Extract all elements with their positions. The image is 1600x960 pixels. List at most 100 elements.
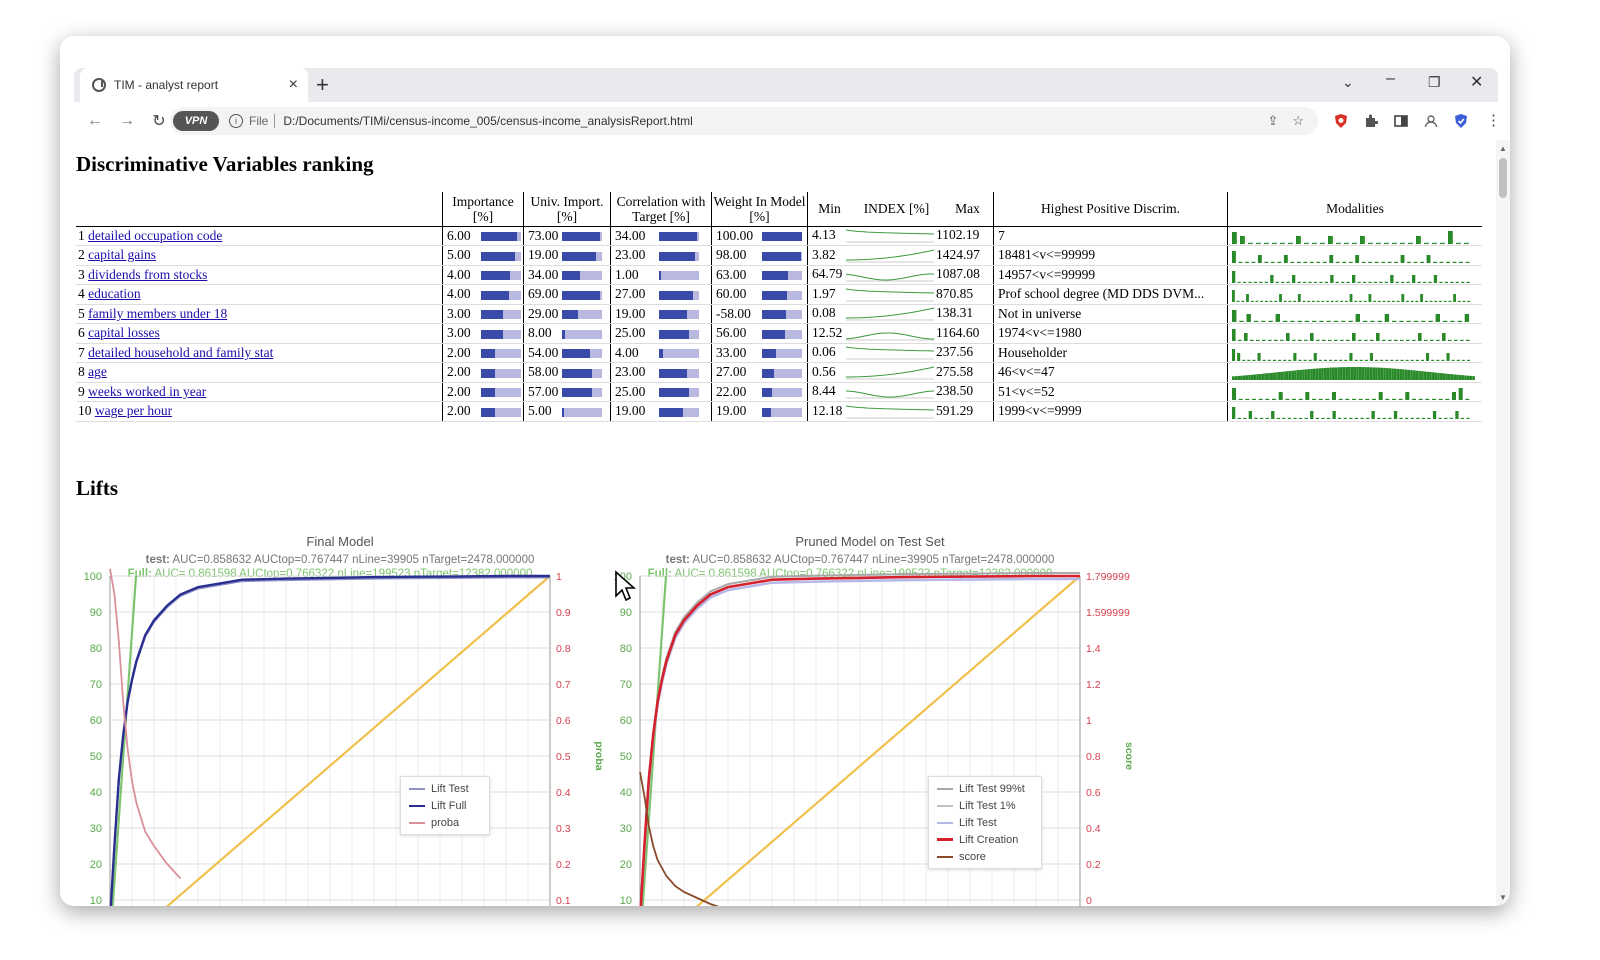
y-tick-right: 1.4 (1086, 643, 1101, 655)
page-content: Discriminative Variables ranking Importa… (60, 140, 1496, 906)
y-tick-left: 30 (620, 823, 632, 835)
col-modalities: Modalities (1227, 192, 1482, 227)
y-tick-left: 20 (620, 859, 632, 871)
variable-link[interactable]: age (88, 364, 107, 379)
chart1-legend: Lift Test Lift Full proba (400, 776, 490, 835)
value-bar (562, 349, 602, 359)
modalities-histogram (1232, 348, 1470, 361)
chart1-title: Final Model (306, 534, 374, 549)
col-univ-import: Univ. Import. [%] (523, 192, 611, 227)
highest-positive-value: 46<v<=47 (993, 362, 1228, 383)
ranking-row: 1 detailed occupation code 6.00 73.00 34.00… (76, 226, 1482, 246)
y-tick-left: 20 (90, 859, 102, 871)
y-tick-right: 0.2 (556, 859, 571, 871)
back-icon[interactable]: ← (84, 112, 106, 130)
value-bar (562, 329, 602, 339)
y-tick-left: 80 (620, 643, 632, 655)
value-bar (481, 349, 521, 359)
y-tick-left: 70 (620, 679, 632, 691)
index-sparkline (845, 405, 935, 419)
y-tick-left: 70 (90, 679, 102, 691)
value-bar (562, 290, 602, 300)
y-tick-left: 50 (620, 751, 632, 763)
sidepanel-icon[interactable] (1394, 114, 1408, 128)
address-bar[interactable]: VPN i File D:/Documents/TIMi/census-inco… (170, 107, 1318, 135)
scroll-up-icon[interactable]: ▲ (1499, 144, 1507, 153)
vpn-badge[interactable]: VPN (173, 111, 219, 131)
y-tick-left: 60 (620, 715, 632, 727)
modalities-histogram (1232, 270, 1470, 283)
privacy-shield-icon[interactable] (1454, 114, 1468, 128)
tab-search-icon[interactable]: ⌄ (1342, 74, 1354, 91)
close-window-icon[interactable]: ✕ (1470, 72, 1483, 92)
browser-toolbar: ← → ↻ VPN i File D:/Documents/TIMi/censu… (74, 102, 1501, 140)
value-bar (562, 407, 602, 417)
close-tab-icon[interactable]: × (289, 76, 298, 94)
y-tick-left: 30 (90, 823, 102, 835)
proba-line (109, 568, 182, 880)
value-bar (659, 290, 699, 300)
value-bar (562, 368, 602, 378)
legend-item: Lift Test 1% (937, 797, 1033, 814)
url-text[interactable]: D:/Documents/TIMi/census-income_005/cens… (283, 114, 1267, 128)
variable-link[interactable]: detailed occupation code (88, 228, 222, 243)
highest-positive-value: 7 (993, 226, 1228, 246)
value-bar (762, 329, 802, 339)
y-tick-right: 0.8 (556, 643, 571, 655)
index-sparkline (845, 273, 934, 282)
value-bar (562, 310, 602, 320)
profile-icon[interactable] (1424, 114, 1438, 128)
highest-positive-value: 51<v<=52 (993, 382, 1228, 402)
value-bar (762, 310, 802, 320)
tab-analyst-report[interactable]: TIM - analyst report × (80, 68, 308, 102)
legend-item: Lift Test (937, 814, 1033, 831)
ranking-row: 8 age 2.00 58.00 23.00 27.00 0.56 275.58 46<v<=… (76, 362, 1482, 383)
minimize-icon[interactable]: – (1386, 70, 1395, 88)
variable-link[interactable]: weeks worked in year (88, 384, 206, 399)
col-highest: Highest Positive Discrim. (993, 192, 1228, 227)
variable-link[interactable]: capital gains (88, 247, 156, 262)
col-weight: Weight In Model [%] (711, 192, 808, 227)
share-icon[interactable]: ⇪ (1267, 113, 1278, 129)
ranking-row: 3 dividends from stocks 4.00 34.00 1.00 63.0… (76, 265, 1482, 285)
info-icon[interactable]: i (229, 114, 243, 128)
value-bar (762, 407, 802, 417)
variable-link[interactable]: dividends from stocks (88, 267, 207, 282)
col-importance: Importance [%] (442, 192, 524, 227)
value-bar (562, 271, 602, 281)
y-tick-right: 0.4 (556, 787, 571, 799)
forward-icon[interactable]: → (116, 112, 138, 130)
variable-link[interactable]: wage per hour (95, 403, 172, 418)
value-bar (659, 271, 699, 281)
menu-kebab-icon[interactable]: ⋮ (1486, 111, 1501, 129)
value-bar (481, 407, 521, 417)
vertical-scrollbar[interactable]: ▲ ▼ (1496, 140, 1510, 906)
puzzle-extension-icon[interactable] (1364, 114, 1378, 128)
shield-extension-icon[interactable] (1334, 114, 1348, 128)
file-label: File (249, 114, 269, 128)
y-tick-right: 0.7 (556, 679, 571, 691)
new-tab-button[interactable]: + (316, 72, 329, 98)
final-model-chart: 100 1 90 0.9 80 0.8 70 0.7 60 0.6 50 0.5 40 0.4 30 0.3 2… (84, 568, 605, 906)
variable-link[interactable]: education (88, 286, 140, 301)
scroll-down-icon[interactable]: ▼ (1499, 893, 1507, 902)
y-tick-right: 0.9 (556, 607, 571, 619)
index-sparkline (846, 307, 935, 321)
bookmark-star-icon[interactable]: ☆ (1292, 113, 1304, 129)
scroll-thumb[interactable] (1499, 158, 1507, 198)
y-tick-left: 10 (90, 895, 102, 906)
variable-link[interactable]: capital losses (88, 325, 160, 340)
variable-link[interactable]: detailed household and family stat (88, 345, 273, 360)
chart2-title: Pruned Model on Test Set (795, 534, 945, 549)
highest-positive-value: Not in universe (993, 304, 1228, 324)
y-tick-right: 1.799999 (1086, 571, 1130, 583)
value-bar (659, 407, 699, 417)
variable-link[interactable]: family members under 18 (88, 306, 227, 321)
y-tick-right: 0.8 (1086, 751, 1101, 763)
value-bar (481, 368, 521, 378)
restore-icon[interactable]: ❐ (1428, 74, 1441, 91)
legend-item: Lift Test 99%t (937, 780, 1033, 797)
reload-icon[interactable]: ↻ (148, 111, 170, 131)
y-tick-right: 0.4 (1086, 823, 1101, 835)
y-tick-left: 40 (90, 787, 102, 799)
